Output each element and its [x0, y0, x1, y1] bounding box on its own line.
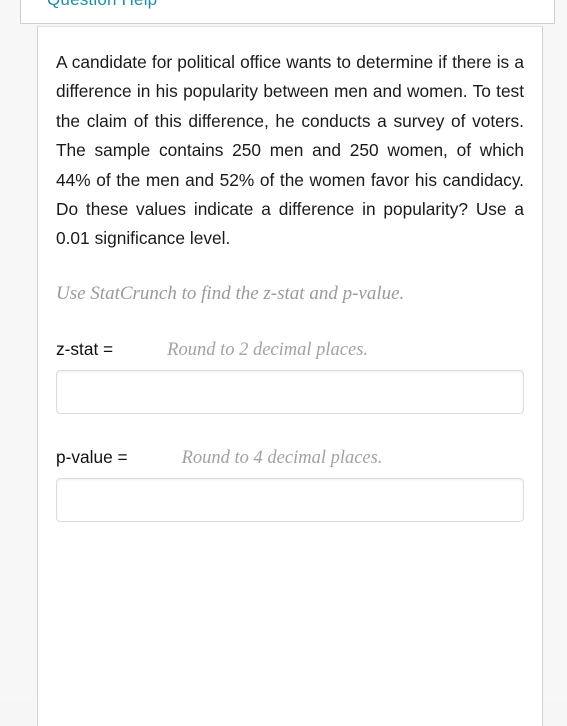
p-value-label-row: p-value = Round to 4 decimal places.: [56, 447, 524, 478]
z-stat-answer-block: z-stat = Round to 2 decimal places.: [56, 306, 524, 414]
page-root: Question Help A candidate for political …: [0, 0, 567, 726]
question-card: A candidate for political office wants t…: [37, 26, 543, 726]
p-value-answer-block: p-value = Round to 4 decimal places.: [56, 414, 524, 522]
p-value-rounding-note: Round to 4 decimal places.: [181, 447, 383, 468]
question-help-link[interactable]: Question Help: [47, 0, 157, 10]
p-value-label: p-value =: [56, 446, 128, 467]
card-bottom-spacer: [56, 522, 524, 592]
statcrunch-hint: Use StatCrunch to find the z-stat and p-…: [56, 282, 405, 304]
question-help-panel: Question Help: [20, 0, 555, 24]
z-stat-input[interactable]: [56, 369, 524, 414]
p-value-input[interactable]: [56, 477, 524, 522]
question-card-content: A candidate for political office wants t…: [56, 27, 524, 592]
z-stat-rounding-note: Round to 2 decimal places.: [167, 339, 369, 360]
z-stat-label-row: z-stat = Round to 2 decimal places.: [56, 339, 524, 370]
problem-statement: A candidate for political office wants t…: [56, 52, 524, 249]
z-stat-label: z-stat =: [56, 338, 114, 359]
